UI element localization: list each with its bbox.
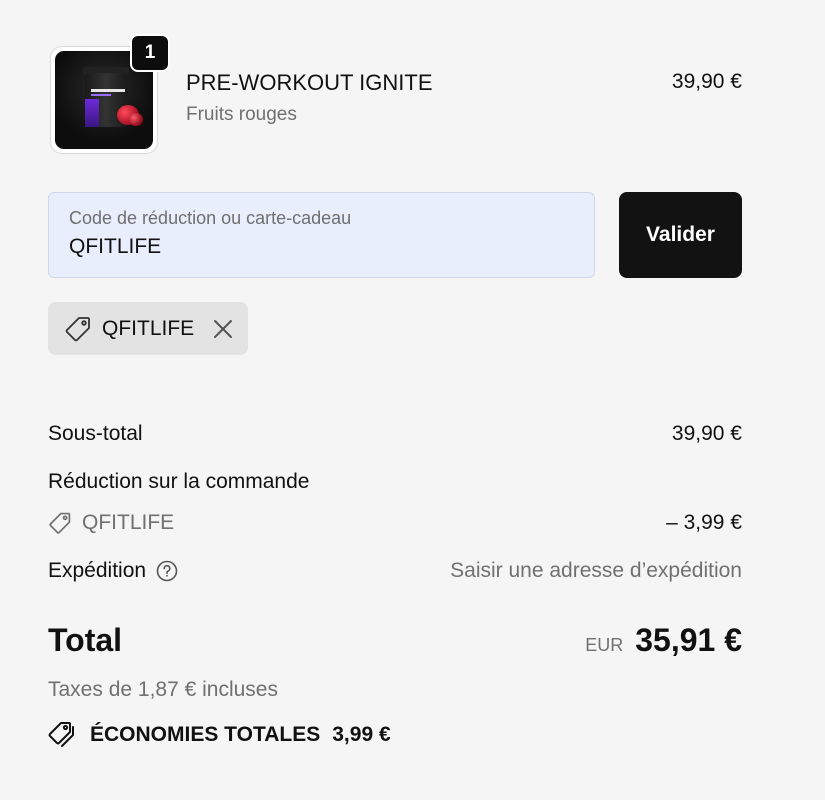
order-discount-code: QFITLIFE bbox=[48, 511, 174, 535]
total-amount: 35,91 € bbox=[635, 622, 742, 658]
subtotal-value: 39,90 € bbox=[671, 422, 742, 445]
product-name: PRE-WORKOUT IGNITE bbox=[186, 70, 433, 95]
total-savings-value: 3,99 € bbox=[332, 723, 391, 746]
tag-icon bbox=[64, 315, 92, 343]
apply-discount-button[interactable]: Valider bbox=[619, 192, 742, 278]
product-variant: Fruits rouges bbox=[186, 104, 297, 125]
shipping-value: Saisir une adresse d’expédition bbox=[450, 559, 742, 582]
quantity-badge: 1 bbox=[130, 34, 170, 72]
total-label: Total bbox=[48, 622, 123, 658]
shipping-label-group: Expédition bbox=[48, 559, 178, 583]
subtotal-label: Sous-total bbox=[48, 422, 143, 445]
total-row: Total EUR 35,91 € bbox=[48, 622, 742, 666]
total-savings-label: ÉCONOMIES TOTALES bbox=[90, 723, 321, 746]
tag-icon bbox=[48, 511, 72, 535]
product-price: 39,90 € bbox=[671, 70, 742, 93]
order-discount-code-text: QFITLIFE bbox=[82, 511, 175, 534]
close-icon[interactable] bbox=[212, 318, 234, 340]
taxes-included: Taxes de 1,87 € incluses bbox=[48, 678, 278, 701]
total-amount-group: EUR 35,91 € bbox=[585, 622, 742, 659]
order-discount-label: Réduction sur la commande bbox=[48, 470, 310, 493]
applied-discount-tag: QFITLIFE bbox=[48, 302, 248, 355]
applied-discount-code: QFITLIFE bbox=[102, 316, 195, 340]
order-discount-value: – 3,99 € bbox=[666, 511, 742, 534]
tags-icon bbox=[48, 720, 78, 750]
order-summary: 1 PRE-WORKOUT IGNITE Fruits rouges 39,90… bbox=[48, 0, 742, 800]
discount-code-input[interactable] bbox=[69, 235, 574, 259]
total-savings: ÉCONOMIES TOTALES 3,99 € bbox=[48, 720, 391, 750]
discount-code-label: Code de réduction ou carte-cadeau bbox=[69, 208, 352, 228]
total-currency: EUR bbox=[585, 635, 624, 655]
discount-code-field[interactable]: Code de réduction ou carte-cadeau bbox=[48, 192, 595, 278]
help-icon[interactable] bbox=[156, 560, 178, 582]
cart-line-item: 1 PRE-WORKOUT IGNITE Fruits rouges 39,90… bbox=[48, 34, 742, 156]
shipping-label: Expédition bbox=[48, 559, 147, 582]
